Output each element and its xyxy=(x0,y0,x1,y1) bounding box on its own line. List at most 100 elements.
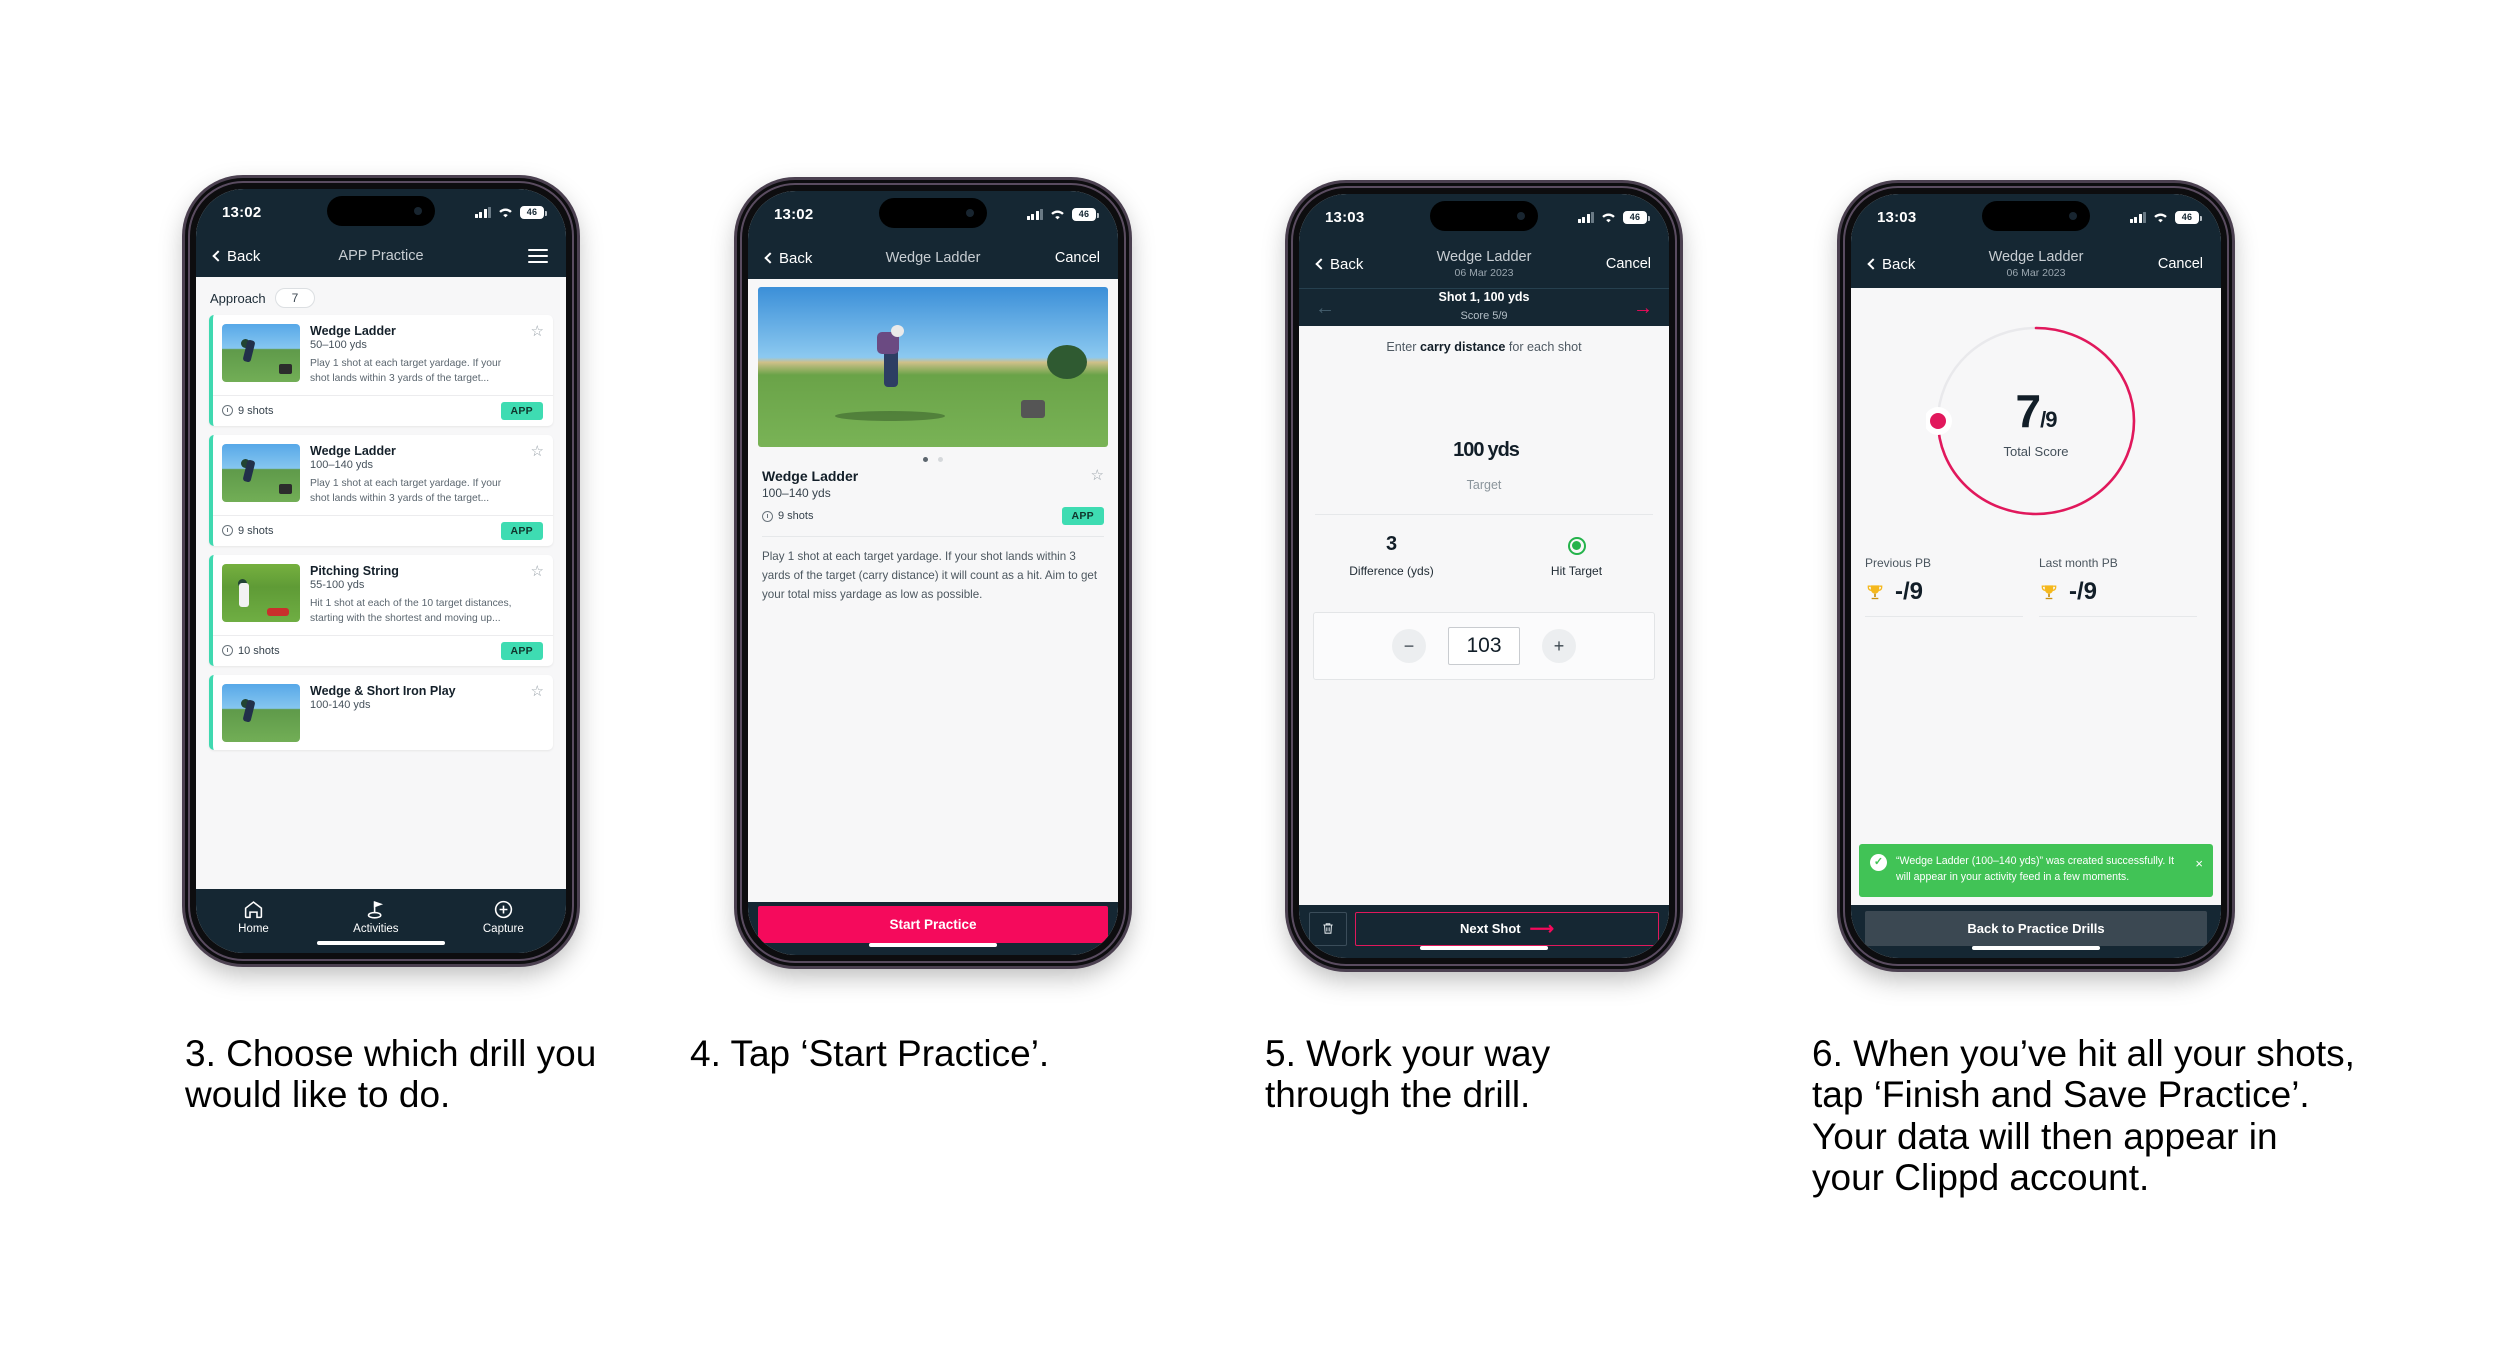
caption-step-4: 4. Tap ‘Start Practice’. xyxy=(690,1033,1050,1074)
page-title: Wedge Ladder xyxy=(885,249,981,266)
drill-range: 55-100 yds xyxy=(310,578,365,591)
cellular-signal-icon xyxy=(1026,208,1043,220)
clock-icon xyxy=(762,510,773,522)
trophy-icon xyxy=(1867,585,1883,600)
filter-count-chip[interactable]: 7 xyxy=(274,288,316,308)
carousel-dot xyxy=(938,457,943,462)
chevron-left-icon xyxy=(1315,258,1327,270)
check-circle-icon: ✓ xyxy=(1870,853,1887,871)
back-button[interactable]: Back xyxy=(764,250,812,267)
clock-icon xyxy=(222,405,233,417)
phone-screen-3: 13:03 46 Back Wedge Ladder 06 Mar 2023 C… xyxy=(1299,194,1669,958)
cancel-button[interactable]: Cancel xyxy=(1055,250,1100,266)
favourite-star-icon[interactable]: ☆ xyxy=(1091,468,1104,483)
divider xyxy=(1315,514,1653,515)
tab-label: Capture xyxy=(482,922,524,935)
tab-home[interactable]: Home xyxy=(238,899,269,935)
divider xyxy=(1865,616,2023,617)
next-shot-button[interactable]: Next Shot ⟶ xyxy=(1355,911,1659,946)
start-practice-button[interactable]: Start Practice xyxy=(758,905,1108,943)
tab-label: Activities xyxy=(353,922,399,935)
drill-detail: Wedge Ladder 100–140 yds ☆ 9 shots APP P… xyxy=(748,279,1118,902)
next-shot-label: Next Shot xyxy=(1459,921,1521,936)
clock-icon xyxy=(222,525,233,537)
dynamic-island xyxy=(1430,201,1538,231)
stat-hit-target: Hit Target xyxy=(1484,533,1669,578)
drill-range: 100-140 yds xyxy=(310,698,371,711)
phone-mockup-4: 13:03 46 Back Wedge Ladder 06 Mar 2023 C… xyxy=(1840,183,2232,969)
plus-circle-icon xyxy=(494,900,512,918)
favourite-star-icon[interactable]: ☆ xyxy=(531,324,544,387)
tab-capture[interactable]: Capture xyxy=(483,899,524,935)
page-title: Wedge Ladder 06 Mar 2023 xyxy=(1437,248,1532,279)
nav-bar-1: Back APP Practice xyxy=(196,235,566,277)
back-label: Back xyxy=(227,247,261,265)
phone-screen-1: 13:02 46 Back APP Practice Approach 7 We… xyxy=(196,189,566,953)
back-button[interactable]: Back xyxy=(1315,256,1363,273)
shot-info: Shot 1, 100 yds Score 5/9 xyxy=(1335,290,1633,324)
favourite-star-icon[interactable]: ☆ xyxy=(531,684,544,742)
drill-card[interactable]: Pitching String 55-100 yds Hit 1 shot at… xyxy=(209,554,553,666)
close-icon[interactable]: × xyxy=(2195,854,2203,886)
menu-icon[interactable] xyxy=(528,249,548,263)
success-toast: ✓ “Wedge Ladder (100–140 yds)” was creat… xyxy=(1859,843,2213,897)
favourite-star-icon[interactable]: ☆ xyxy=(531,564,544,627)
summary-cta-container: Back to Practice Drills xyxy=(1851,904,2221,946)
drill-hero-image[interactable] xyxy=(758,287,1108,447)
filter-label: Approach xyxy=(210,290,266,306)
status-badge: APP xyxy=(500,641,543,660)
status-bar-4: 13:03 46 xyxy=(1851,194,2221,240)
chevron-left-icon xyxy=(212,250,224,262)
entry-hint: Enter carry distance for each shot xyxy=(1386,340,1582,354)
previous-pb-value-row: -/9 xyxy=(1865,578,2023,606)
status-indicators: 46 xyxy=(1026,207,1099,221)
status-bar-1: 13:02 46 xyxy=(196,189,566,235)
drill-thumbnail xyxy=(222,563,300,622)
status-indicators: 46 xyxy=(1577,210,1650,224)
drill-range: 100–140 yds xyxy=(762,486,831,500)
previous-shot-arrow-icon[interactable]: ← xyxy=(1315,298,1335,318)
carry-distance-input[interactable]: 103 xyxy=(1448,627,1520,665)
drill-list[interactable]: Approach 7 Wedge Ladder 50–100 yds Play … xyxy=(196,277,566,889)
back-button[interactable]: Back xyxy=(1867,256,1915,273)
shot-action-bar: Next Shot ⟶ xyxy=(1299,904,1669,946)
decrement-button[interactable]: − xyxy=(1392,629,1426,663)
battery-icon: 46 xyxy=(520,205,547,219)
clock-icon xyxy=(222,645,233,657)
carousel-dots[interactable] xyxy=(748,447,1118,466)
last-month-pb: Last month PB -/9 xyxy=(2033,556,2207,617)
caption-step-3: 3. Choose which drill you would like to … xyxy=(185,1033,597,1116)
bottom-tab-bar[interactable]: Home Activities Capture xyxy=(196,888,566,941)
home-indicator-wrap xyxy=(196,940,566,953)
wifi-icon xyxy=(2154,213,2167,222)
shot-entry-body: Enter carry distance for each shot 100 yd… xyxy=(1299,326,1669,905)
delete-shot-button[interactable] xyxy=(1309,911,1347,946)
next-shot-arrow-icon[interactable]: → xyxy=(1633,298,1653,318)
difference-value: 3 xyxy=(1385,533,1398,555)
drill-thumbnail xyxy=(222,324,300,382)
back-button[interactable]: Back xyxy=(212,247,261,265)
toast-message: “Wedge Ladder (100–140 yds)” was created… xyxy=(1896,854,2175,883)
tab-activities[interactable]: Activities xyxy=(353,899,399,935)
last-month-pb-value-row: -/9 xyxy=(2039,578,2197,606)
chevron-left-icon xyxy=(1867,258,1879,270)
phone-mockup-2: 13:02 46 Back Wedge Ladder Cancel Wedge … xyxy=(737,180,1129,966)
score-ring: 7/9 Total Score xyxy=(1926,316,2146,526)
shots-count: 9 shots xyxy=(222,525,273,537)
battery-icon: 46 xyxy=(2175,210,2202,224)
shot-stats: 3 Difference (yds) Hit Target xyxy=(1299,533,1669,578)
drill-card[interactable]: Wedge Ladder 50–100 yds Play 1 shot at e… xyxy=(209,315,553,426)
cancel-button[interactable]: Cancel xyxy=(2158,256,2203,272)
drill-description: Hit 1 shot at each of the 10 target dist… xyxy=(310,597,512,624)
increment-button[interactable]: + xyxy=(1542,629,1576,663)
carry-distance-stepper[interactable]: − 103 + xyxy=(1313,612,1655,680)
target-distance: 100 yds xyxy=(1299,410,1669,468)
drill-description: Play 1 shot at each target yardage. If y… xyxy=(310,477,502,504)
favourite-star-icon[interactable]: ☆ xyxy=(531,444,544,507)
drill-card[interactable]: Wedge & Short Iron Play 100-140 yds ☆ xyxy=(209,674,553,750)
drill-title: Wedge Ladder xyxy=(310,324,396,338)
cancel-button[interactable]: Cancel xyxy=(1606,256,1651,272)
drill-card[interactable]: Wedge Ladder 100–140 yds Play 1 shot at … xyxy=(209,434,553,546)
hit-target-label: Hit Target xyxy=(1550,564,1603,578)
back-to-practice-drills-button[interactable]: Back to Practice Drills xyxy=(1865,910,2207,946)
